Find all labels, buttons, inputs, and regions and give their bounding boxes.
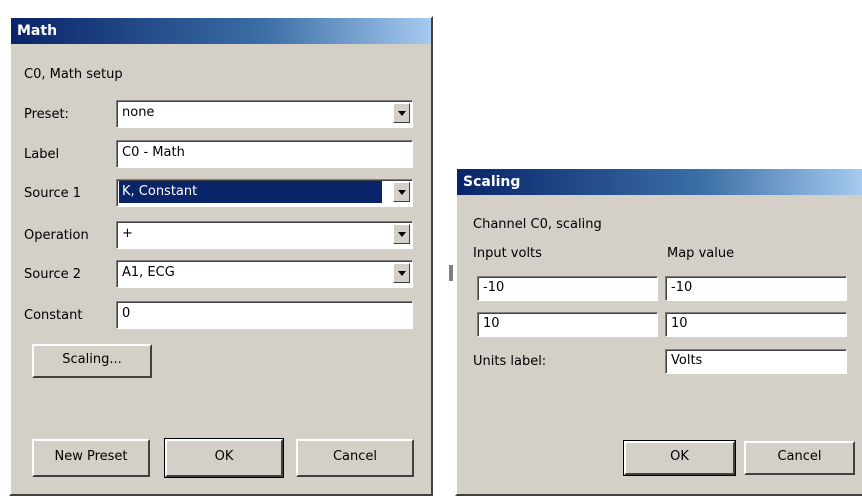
- source1-value: K, Constant: [119, 181, 382, 203]
- scaling-subtitle: Channel C0, scaling: [473, 217, 602, 232]
- source2-value: A1, ECG: [122, 265, 175, 280]
- map-value-row2-value: 10: [671, 316, 688, 331]
- scaling-button[interactable]: Scaling...: [32, 344, 152, 378]
- constant-input[interactable]: 0: [116, 301, 413, 329]
- operation-value: +: [122, 226, 133, 241]
- math-dialog-title[interactable]: Math: [11, 18, 431, 44]
- map-value-row1[interactable]: -10: [665, 276, 847, 301]
- map-value-row2[interactable]: 10: [665, 312, 847, 337]
- scaling-ok-button[interactable]: OK: [623, 440, 736, 476]
- math-dialog: Math C0, Math setup Preset: none Label C…: [9, 16, 433, 496]
- units-input[interactable]: Volts: [665, 349, 847, 374]
- source1-dropdown-arrow-icon[interactable]: [393, 182, 410, 202]
- label-input[interactable]: C0 - Math: [116, 140, 413, 168]
- input-volts-row2[interactable]: 10: [477, 312, 658, 337]
- math-setup-subtitle: C0, Math setup: [24, 67, 123, 82]
- operation-dropdown[interactable]: +: [116, 221, 413, 249]
- operation-label: Operation: [24, 228, 89, 243]
- new-preset-button[interactable]: New Preset: [32, 439, 150, 477]
- source2-label: Source 2: [24, 267, 82, 282]
- source2-dropdown[interactable]: A1, ECG: [116, 260, 413, 288]
- operation-dropdown-arrow-icon[interactable]: [393, 224, 410, 244]
- map-value-row1-value: -10: [671, 280, 693, 295]
- source1-dropdown[interactable]: K, Constant: [116, 179, 413, 207]
- input-volts-row1-value: -10: [483, 280, 505, 295]
- source2-dropdown-arrow-icon[interactable]: [393, 263, 410, 283]
- constant-value: 0: [122, 306, 131, 321]
- scaling-cancel-button[interactable]: Cancel: [744, 441, 855, 475]
- units-label: Units label:: [473, 354, 547, 369]
- input-volts-row2-value: 10: [483, 316, 500, 331]
- ok-button[interactable]: OK: [164, 438, 284, 478]
- input-volts-header: Input volts: [473, 246, 542, 261]
- preset-dropdown-arrow-icon[interactable]: [393, 103, 410, 123]
- scaling-dialog-title[interactable]: Scaling: [457, 169, 862, 195]
- map-value-header: Map value: [667, 246, 735, 261]
- preset-dropdown[interactable]: none: [116, 100, 413, 128]
- units-value: Volts: [671, 353, 703, 368]
- input-volts-row1[interactable]: -10: [477, 276, 658, 301]
- constant-label: Constant: [24, 308, 83, 323]
- label-label: Label: [24, 147, 60, 162]
- preset-label: Preset:: [24, 107, 69, 122]
- window-edge-divider: [449, 265, 453, 281]
- cancel-button[interactable]: Cancel: [296, 439, 414, 477]
- label-input-value: C0 - Math: [122, 145, 185, 160]
- scaling-dialog: Scaling Channel C0, scaling Input volts …: [455, 167, 862, 496]
- source1-label: Source 1: [24, 186, 82, 201]
- preset-value: none: [122, 105, 155, 120]
